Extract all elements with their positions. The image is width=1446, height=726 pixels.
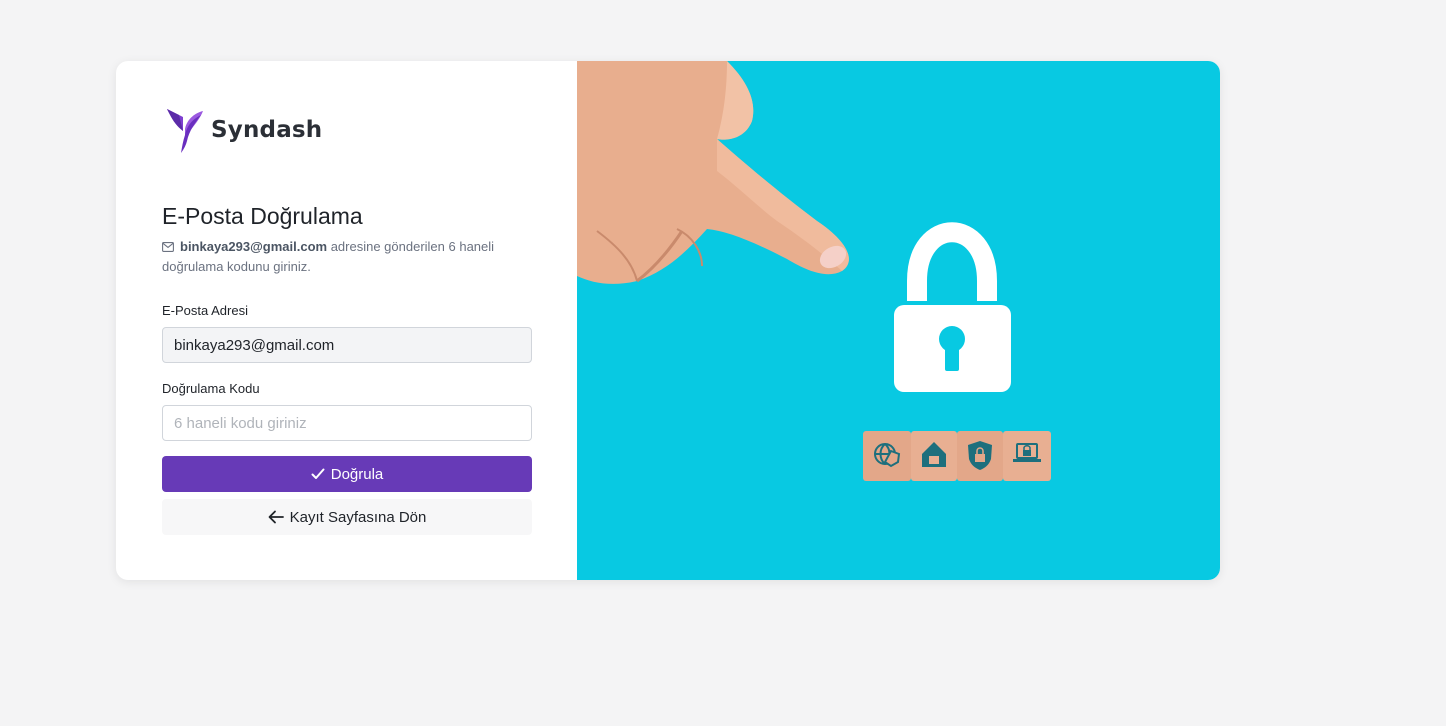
email-label: E-Posta Adresi — [162, 303, 248, 318]
check-icon — [311, 468, 325, 479]
back-button-label: Kayıt Sayfasına Dön — [289, 508, 427, 526]
verification-code-input[interactable] — [162, 405, 532, 441]
page-title: E-Posta Doğrulama — [162, 203, 363, 229]
form-panel: Syndash E-Posta Doğrulama binkaya293@gma… — [116, 61, 577, 580]
arrow-left-icon — [268, 510, 284, 524]
verify-button[interactable]: Doğrula — [162, 456, 532, 492]
email-field[interactable] — [162, 327, 532, 363]
target-email: binkaya293@gmail.com — [180, 239, 328, 254]
verify-button-label: Doğrula — [330, 465, 384, 483]
security-illustration-art — [577, 61, 1051, 481]
verification-description: binkaya293@gmail.com adresine gönderilen… — [162, 237, 522, 277]
envelope-icon — [162, 242, 174, 252]
leaf-logo-icon — [167, 109, 203, 153]
pointing-hand-icon — [577, 61, 849, 284]
verification-card: Syndash E-Posta Doğrulama binkaya293@gma… — [116, 61, 1220, 580]
security-illustration — [577, 61, 1220, 580]
brand-name: Syndash — [211, 117, 323, 143]
code-label: Doğrulama Kodu — [162, 381, 260, 396]
security-blocks — [863, 431, 1051, 481]
back-to-register-button[interactable]: Kayıt Sayfasına Dön — [162, 499, 532, 535]
brand-logo: Syndash — [165, 107, 322, 153]
padlock-icon — [894, 222, 1011, 392]
